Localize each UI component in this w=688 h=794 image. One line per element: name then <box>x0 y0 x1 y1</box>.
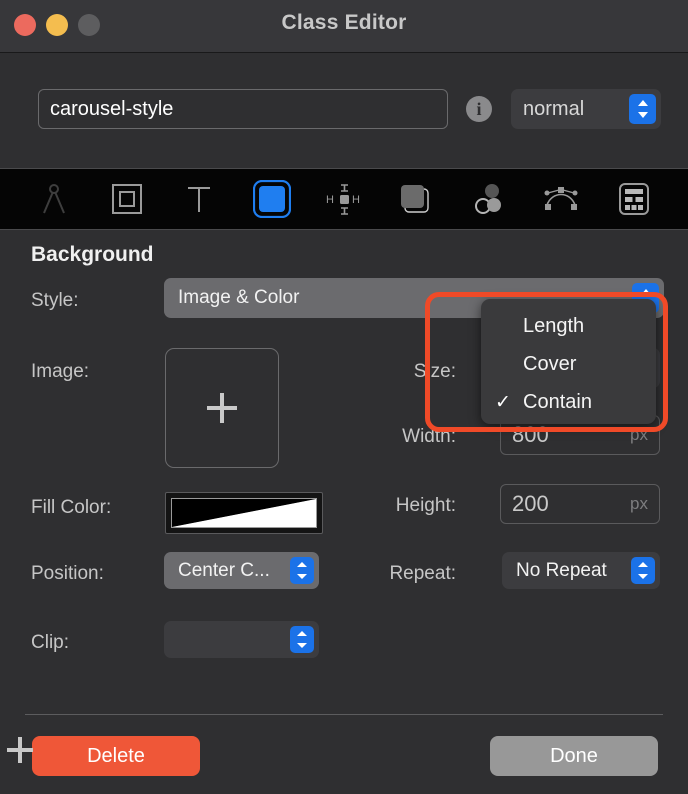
class-editor-window: Class Editor i normal <box>0 0 688 794</box>
width-value: 800 <box>512 422 549 447</box>
size-label: Size: <box>413 361 456 382</box>
delete-button[interactable]: Delete <box>32 736 200 776</box>
width-unit: px <box>630 425 648 444</box>
tab-background-fill[interactable] <box>247 176 297 222</box>
grid-table-icon <box>617 182 651 216</box>
tab-typography[interactable] <box>174 176 224 222</box>
footer-bar: Delete Done <box>0 730 688 794</box>
done-button[interactable]: Done <box>490 736 658 776</box>
height-value: 200 <box>512 491 549 516</box>
section-title: Background <box>31 243 154 266</box>
state-select[interactable]: normal <box>511 89 661 129</box>
typography-icon <box>184 183 214 215</box>
checkmark-icon: ✓ <box>495 391 511 413</box>
tab-border-box[interactable] <box>102 176 152 222</box>
height-unit: px <box>630 494 648 513</box>
plus-icon <box>207 393 237 423</box>
property-tab-toolbar: H H <box>0 168 688 230</box>
border-box-icon <box>111 183 143 215</box>
menu-label-cover: Cover <box>523 352 577 375</box>
menu-item-length[interactable]: Length <box>481 307 656 345</box>
repeat-select-value: No Repeat <box>516 559 607 581</box>
menu-item-contain[interactable]: ✓ Contain <box>481 383 656 421</box>
fill-color-label: Fill Color: <box>31 497 112 518</box>
fill-color-gradient <box>171 498 317 528</box>
svg-text:H: H <box>352 194 360 206</box>
window-title: Class Editor <box>281 11 407 34</box>
tab-spacing-margins[interactable]: H H <box>319 176 369 222</box>
width-label: Width: <box>402 426 456 447</box>
tab-layout-compass[interactable] <box>29 176 79 222</box>
height-label: Height: <box>395 495 456 516</box>
tab-transition-curve[interactable] <box>536 176 586 222</box>
position-label: Position: <box>31 563 104 584</box>
height-input[interactable]: 200 px <box>500 484 660 524</box>
title-bar: Class Editor <box>0 0 688 53</box>
position-select[interactable]: Center C... <box>164 552 319 589</box>
layout-compass-icon <box>39 182 69 216</box>
transition-curve-icon <box>542 183 580 215</box>
state-stepper-icon[interactable] <box>629 94 656 124</box>
class-name-row: i normal <box>0 53 688 168</box>
style-label: Style: <box>31 290 79 311</box>
info-icon[interactable]: i <box>466 96 492 122</box>
class-name-input[interactable] <box>38 89 448 129</box>
image-label: Image: <box>31 361 90 382</box>
tab-grid-table[interactable] <box>609 176 659 222</box>
repeat-select[interactable]: No Repeat <box>502 552 660 589</box>
clip-stepper-icon[interactable] <box>290 626 314 653</box>
state-select-value: normal <box>523 97 585 120</box>
plus-icon <box>7 737 33 763</box>
background-fill-icon <box>252 180 291 218</box>
footer-divider <box>25 714 663 715</box>
effects-blend-icon <box>472 182 506 216</box>
position-stepper-icon[interactable] <box>290 557 314 584</box>
fill-color-swatch[interactable] <box>165 492 323 534</box>
clip-select[interactable] <box>164 621 319 658</box>
image-drop-well[interactable] <box>165 348 279 468</box>
menu-item-cover[interactable]: Cover <box>481 345 656 383</box>
repeat-stepper-icon[interactable] <box>631 557 655 584</box>
menu-label-length: Length <box>523 314 585 337</box>
clip-label: Clip: <box>31 632 70 653</box>
spacing-margins-icon: H H <box>324 182 364 216</box>
size-options-popup[interactable]: Length Cover ✓ Contain <box>481 299 656 424</box>
svg-text:H: H <box>326 194 334 206</box>
position-select-value: Center C... <box>178 559 270 581</box>
tab-effects-blend[interactable] <box>464 176 514 222</box>
shadow-layers-icon <box>399 182 433 216</box>
menu-label-contain: Contain <box>523 390 592 413</box>
repeat-label: Repeat: <box>389 563 456 584</box>
tab-shadow-layers[interactable] <box>391 176 441 222</box>
